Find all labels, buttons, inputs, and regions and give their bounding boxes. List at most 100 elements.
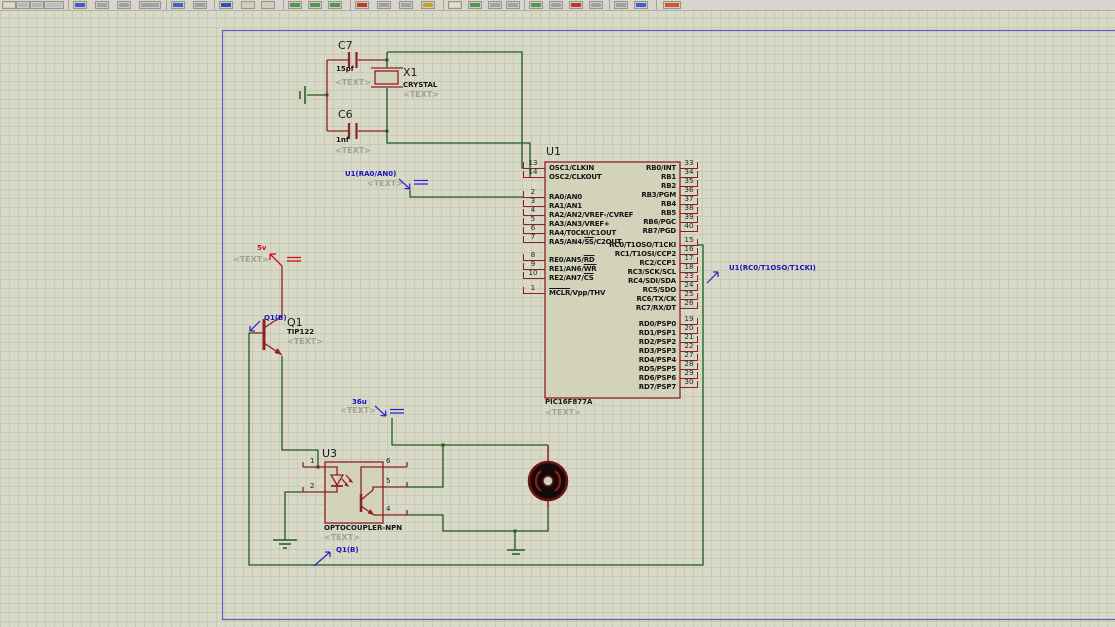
schematic-graphics [221,29,1115,621]
redo-icon[interactable] [193,1,207,9]
toolbar-separator [443,0,444,10]
simulation-stop-icon-glyph [665,3,679,7]
x1-text-placeholder: <TEXT> [403,90,439,99]
design-explorer-icon-glyph [450,3,460,7]
junction-dot-icon-glyph [310,3,320,7]
chip-pin-tick-23 [697,275,698,281]
copy-icon[interactable] [241,1,255,9]
chip-pin-tick-26 [697,302,698,308]
cursor-select-dropdown-icon[interactable] [44,1,64,9]
chip-pin-number-16: 16 [684,245,694,253]
undo-icon[interactable] [171,1,185,9]
chip-pin-tick-24 [697,284,698,290]
terminal-label-q1b-base[interactable]: Q1(B) [264,314,287,323]
chip-pin-tick-25 [697,293,698,299]
find-component-icon[interactable] [219,1,233,9]
36u-text-placeholder: <TEXT> [340,406,376,415]
u3-pin-1: 1 [310,457,315,465]
new-sheet-icon-glyph [470,3,480,7]
chip-pin-lead-26[interactable] [680,308,698,309]
simulation-stop-icon[interactable] [663,1,681,9]
chip-pin-number-30: 30 [684,378,694,386]
paste-icon[interactable] [261,1,275,9]
chip-pin-label-20: RD1/PSP1 [638,329,676,337]
chip-pin-lead-1[interactable] [523,293,545,294]
move-icon[interactable] [399,1,413,9]
template-icon-glyph [591,3,601,7]
motor[interactable] [527,445,569,508]
q1-text-placeholder: <TEXT> [287,337,323,346]
terminal-label-ra0[interactable]: U1(RA0/AN0) [345,170,396,179]
chip-pin-label-34: RB1 [661,173,676,181]
grid-icon-glyph [18,3,28,7]
chip-pin-number-29: 29 [684,369,694,377]
wire-opto-emitter-ground [407,508,549,532]
toolbar-separator [524,0,525,10]
chip-pin-number-10: 10 [528,269,538,277]
power-terminal-5v[interactable] [269,253,301,267]
delete-icon[interactable] [355,1,369,9]
chip-pin-tick-16 [697,248,698,254]
schematic-canvas[interactable]: C7 15pf <TEXT> C6 1nf <TEXT> X1 CRYSTAL … [0,0,1115,627]
origin-icon[interactable] [30,1,44,9]
help-icon[interactable] [634,1,648,9]
chip-pin-lead-30[interactable] [680,387,698,388]
chip-pin-number-26: 26 [684,299,694,307]
pan-view-icon[interactable] [73,1,87,9]
wire-osc2 [386,88,531,177]
bill-of-materials-icon[interactable] [529,1,543,9]
toolbar-separator [350,0,351,10]
chip-pin-lead-40[interactable] [680,231,698,232]
c6-value: 1nf [336,136,349,144]
edit-properties-icon[interactable] [421,1,435,9]
component-mode-icon[interactable] [288,1,302,9]
u1-device: PIC16F877A [545,398,593,406]
zoom-in-icon[interactable] [95,1,109,9]
origin-icon-glyph [32,3,42,7]
chip-pin-number-14: 14 [528,168,538,176]
netlist-transfer-icon[interactable] [569,1,583,9]
new-sheet-icon[interactable] [468,1,482,9]
junction-dot-icon[interactable] [308,1,322,9]
wire-opto-cathode-ground [284,491,303,540]
u3-pin-2: 2 [310,482,315,490]
chip-pin-lead-10[interactable] [523,278,545,279]
find-component-icon-glyph [221,3,231,7]
transistor-q1[interactable] [253,266,283,356]
terminal-rc0 [706,271,719,284]
chip-pin-tick-18 [697,266,698,272]
bill-of-materials-icon-glyph [531,3,541,7]
chip-pin-label-24: RC5/SDO [642,286,677,294]
chip-pin-number-33: 33 [684,159,694,167]
chip-pin-lead-14[interactable] [523,177,545,178]
grid-icon[interactable] [16,1,30,9]
zoom-extents-icon[interactable] [139,1,161,9]
terminal-label-rc0[interactable]: U1(RC0/T1OSO/T1CKI) [729,264,816,273]
u1-ref: U1 [546,145,562,158]
terminal-q1b-bottom [313,551,331,567]
template-icon[interactable] [589,1,603,9]
terminal-label-q1b-bottom[interactable]: Q1(B) [336,546,359,555]
electrical-rule-check-icon[interactable] [549,1,563,9]
edit-properties-icon-glyph [423,3,433,7]
options-icon[interactable] [614,1,628,9]
chip-pin-lead-7[interactable] [523,242,545,243]
chip-pin-label-28: RD5/PSP5 [638,365,676,373]
options-icon-glyph [616,3,626,7]
design-explorer-icon[interactable] [448,1,462,9]
wire-label-icon[interactable] [328,1,342,9]
crystal-x1[interactable] [371,67,403,88]
mark-output-icon-glyph [508,3,518,7]
zoom-out-icon[interactable] [117,1,131,9]
chip-pin-number-6: 6 [530,224,536,232]
chip-pin-number-7: 7 [530,233,536,241]
zoom-extents-icon-glyph [141,3,159,7]
selection-icon[interactable] [377,1,391,9]
sheet-list-icon[interactable] [488,1,502,9]
ground-optocoupler [273,539,297,549]
optocoupler-u3[interactable] [302,461,408,524]
mark-output-icon[interactable] [506,1,520,9]
toolbar [0,0,1115,11]
page-icon[interactable] [2,1,16,9]
terminal-label-5v[interactable]: 5v [257,244,266,253]
